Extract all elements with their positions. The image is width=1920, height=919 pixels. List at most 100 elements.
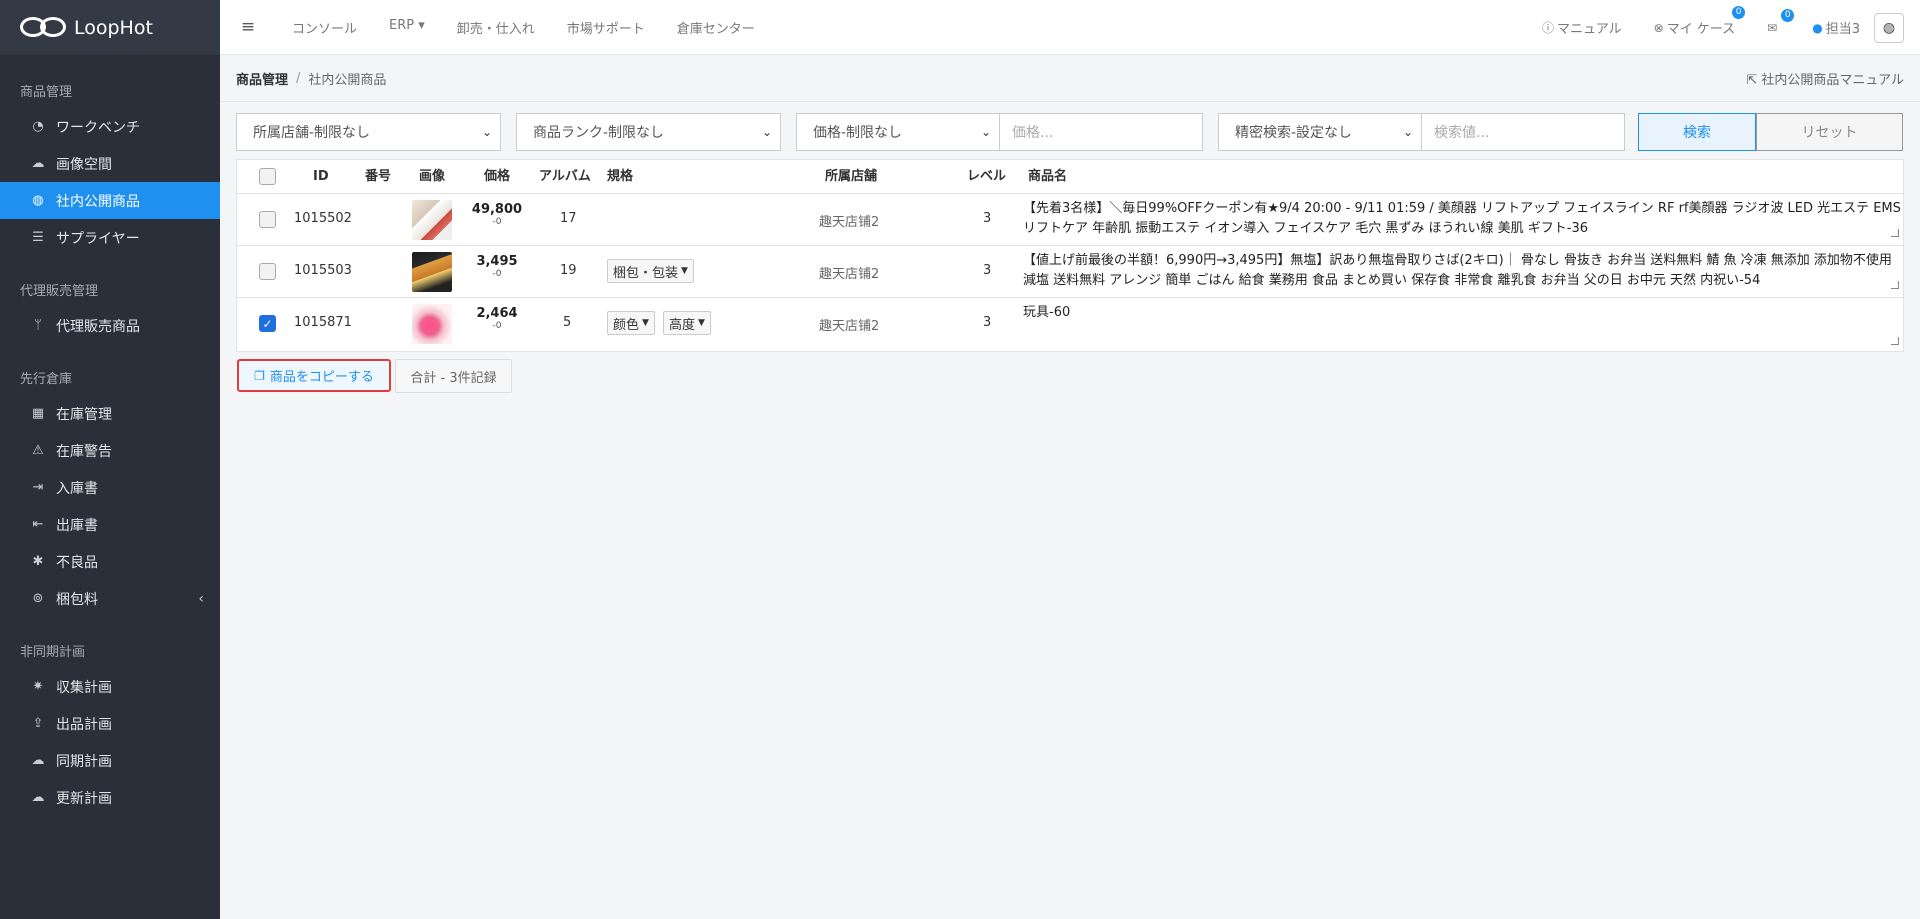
logo-text: LoopHot [74, 16, 153, 39]
sidebar-item-label: 社内公開商品 [56, 193, 140, 210]
topnav-console[interactable]: コンソール [276, 18, 373, 37]
external-link-icon: ⇱ [1746, 72, 1762, 88]
sidebar-item-inbound[interactable]: ⇥ 入庫書 [0, 469, 220, 506]
spec-select-color[interactable]: 颜色 ▼ [607, 311, 655, 335]
row-product-name[interactable]: 【値上げ前最後の半額！6,990円→3,495円】無塩】訳あり無塩骨取りさば(2… [1023, 251, 1901, 291]
sidebar-item-packing[interactable]: ⊚ 梱包料 ‹ [0, 580, 220, 617]
hamburger-icon[interactable]: ≡ [220, 17, 276, 37]
spec-select-packing[interactable]: 梱包・包装 ▼ [607, 259, 694, 283]
product-thumbnail[interactable] [412, 252, 452, 292]
row-product-name-text: 玩具-60 [1023, 305, 1071, 320]
chevron-left-icon[interactable]: ‹ [198, 591, 204, 607]
nav-group-label: 商品管理 [20, 85, 73, 100]
chevron-down-icon: ⌄ [481, 125, 492, 139]
breadcrumb-parent[interactable]: 商品管理 [236, 69, 288, 88]
col-album: アルバム [539, 169, 591, 184]
row-product-name[interactable]: 玩具-60 [1023, 303, 1901, 347]
user-name: 担当3 [1825, 22, 1860, 37]
topnav-warehouse[interactable]: 倉庫センター [661, 18, 771, 37]
search-button[interactable]: 検索 [1638, 113, 1756, 151]
topnav-wholesale[interactable]: 卸売・仕入れ [441, 18, 551, 37]
row-price: 3,495 [476, 254, 518, 269]
price-input[interactable]: 価格... [999, 113, 1203, 151]
store-select-value: 所属店舗-制限なし [253, 125, 371, 141]
row-album: 5 [563, 315, 572, 330]
resize-handle-icon[interactable] [1891, 337, 1899, 345]
sidebar-item-defective[interactable]: ✱ 不良品 [0, 543, 220, 580]
price-select[interactable]: 価格-制限なし ⌄ [796, 113, 1000, 151]
copy-products-button[interactable]: ❐ 商品をコピーする [237, 359, 391, 392]
spec-label: 颜色 [613, 317, 640, 333]
spec-label: 梱包・包装 [613, 265, 679, 281]
sidebar-item-stock-warning[interactable]: ⚠ 在庫警告 [0, 432, 220, 469]
my-case-link[interactable]: ⊗ マイ ケース 0 [1653, 6, 1746, 37]
topnav-erp[interactable]: ERP ▾ [373, 18, 441, 37]
mail-button[interactable]: ✉ 0 [1767, 8, 1795, 35]
col-id: ID [313, 169, 329, 184]
language-globe-button[interactable]: ◍ [1874, 12, 1904, 43]
lifebuoy-icon: ⊗ [1653, 20, 1664, 35]
col-spec: 規格 [607, 169, 634, 184]
question-circle-icon: ⓘ [1541, 21, 1554, 35]
row-checkbox[interactable] [259, 263, 276, 280]
logo[interactable]: LoopHot [0, 0, 220, 55]
globe-icon: ◍ [32, 193, 44, 208]
row-checkbox[interactable] [259, 211, 276, 228]
nav-group-label: 先行倉庫 [20, 372, 73, 387]
my-case-label: マイ ケース [1666, 22, 1736, 37]
sidebar-item-sync-plan[interactable]: ☁ 同期計画 [0, 742, 220, 779]
rank-select[interactable]: 商品ランク-制限なし ⌄ [516, 113, 781, 151]
store-select[interactable]: 所属店舗-制限なし ⌄ [236, 113, 501, 151]
sidebar-item-update-plan[interactable]: ☁ 更新計画 [0, 779, 220, 816]
sidebar-item-workbench[interactable]: ◔ ワークベンチ [0, 108, 220, 145]
row-level: 3 [983, 263, 992, 278]
row-album: 19 [560, 263, 577, 278]
cloud-sync-icon: ☁ [31, 753, 45, 768]
caret-down-icon: ▼ [681, 266, 688, 276]
row-price: 2,464 [476, 306, 518, 321]
sidebar-item-label: サプライヤー [56, 230, 140, 247]
check-icon: ✓ [262, 317, 273, 331]
top-nav: コンソール ERP ▾ 卸売・仕入れ 市場サポート 倉庫センター [276, 18, 771, 37]
row-id: 1015871 [294, 315, 352, 330]
table-header: ID 番号 画像 価格 アルバム 規格 所属店舗 レベル 商品名 [237, 160, 1903, 194]
copy-button-label: 商品をコピーする [269, 370, 374, 385]
sidebar-item-agency-products[interactable]: ᛘ 代理販売商品 [0, 307, 220, 344]
sidebar-item-outbound[interactable]: ⇤ 出庫書 [0, 506, 220, 543]
row-id: 1015502 [294, 211, 352, 226]
sidebar-item-collect-plan[interactable]: ✷ 収集計画 [0, 668, 220, 705]
filter-bar: 所属店舗-制限なし ⌄ 商品ランク-制限なし ⌄ 価格-制限なし ⌄ 価格... 精密… [236, 113, 1904, 151]
sign-in-icon: ⇥ [32, 480, 44, 495]
user-menu[interactable]: ● 担当3 [1812, 18, 1860, 38]
product-thumbnail[interactable] [412, 200, 452, 240]
row-id: 1015503 [294, 263, 352, 278]
search-input[interactable]: 検索値... [1421, 113, 1625, 151]
sidebar-item-inventory[interactable]: ▦ 在庫管理 [0, 395, 220, 432]
spec-select-height[interactable]: 高度 ▼ [663, 311, 711, 335]
sidebar-item-image-space[interactable]: ☁ 画像空間 [0, 145, 220, 182]
chevron-down-icon: ⌄ [761, 125, 772, 139]
col-store: 所属店舗 [825, 169, 878, 184]
row-price-sub: -0 [492, 321, 502, 331]
manual-link[interactable]: ⓘ マニュアル [1542, 18, 1622, 37]
reset-button[interactable]: リセット [1756, 113, 1903, 151]
col-level: レベル [967, 169, 1007, 184]
sidebar-item-internal-products[interactable]: ◍ 社内公開商品 [0, 182, 220, 219]
select-all-checkbox[interactable] [259, 168, 276, 185]
upload-icon: ⇪ [32, 716, 44, 731]
manual-label: マニュアル [1557, 22, 1622, 37]
advanced-select-value: 精密検索-設定なし [1235, 125, 1353, 141]
product-thumbnail[interactable] [412, 304, 452, 344]
row-product-name[interactable]: 【先着3名様】＼毎日99%OFFクーポン有★9/4 20:00 - 9/11 0… [1023, 199, 1901, 239]
sidebar-item-listing-plan[interactable]: ⇪ 出品計画 [0, 705, 220, 742]
advanced-search-select[interactable]: 精密検索-設定なし ⌄ [1218, 113, 1422, 151]
table-row: 1015502 49,800 -0 17 趣天店铺2 3 【先着3名様】＼毎日99… [237, 194, 1903, 246]
sidebar-item-supplier[interactable]: ☰ サプライヤー [0, 219, 220, 256]
row-store: 趣天店铺2 [819, 267, 880, 282]
page-manual-link[interactable]: ⇱ 社内公開商品マニュアル [1746, 69, 1904, 88]
sidebar-item-label: 在庫管理 [56, 406, 112, 423]
topnav-market-support[interactable]: 市場サポート [551, 18, 661, 37]
resize-handle-icon[interactable] [1891, 229, 1899, 237]
resize-handle-icon[interactable] [1891, 281, 1899, 289]
row-checkbox-checked[interactable]: ✓ [259, 315, 276, 332]
